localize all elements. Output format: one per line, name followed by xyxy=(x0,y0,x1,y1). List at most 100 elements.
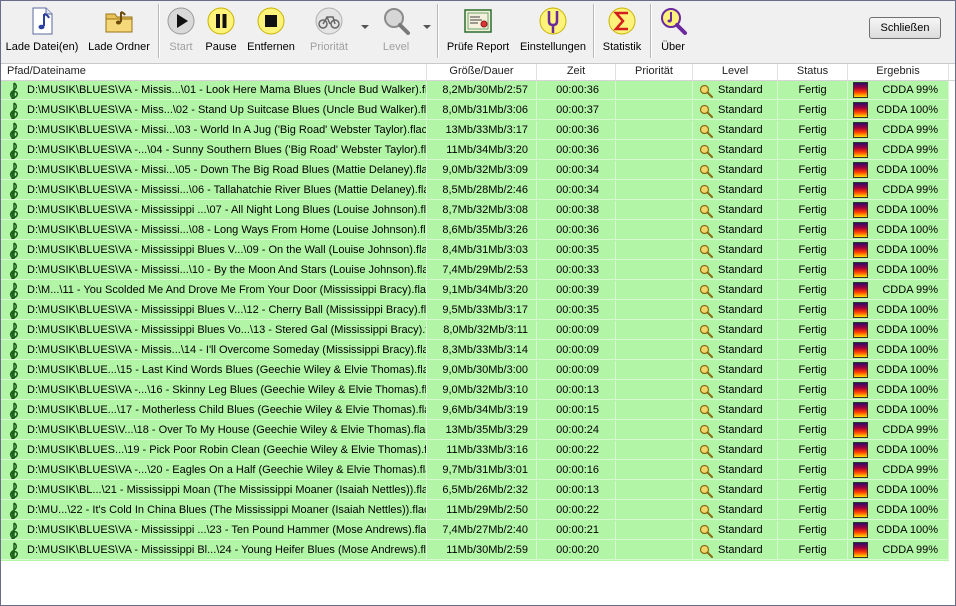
toolbar-separator xyxy=(593,4,595,58)
settings-button[interactable]: Einstellungen xyxy=(517,3,589,59)
priority-label: Priorität xyxy=(310,41,348,53)
spectrum-icon[interactable] xyxy=(853,542,868,558)
result-text: CDDA 99% xyxy=(882,184,938,196)
about-button[interactable]: Über xyxy=(654,3,692,59)
level-text: Standard xyxy=(718,284,763,296)
column-header-status[interactable]: Status xyxy=(778,64,848,80)
path-cell: D:\MUSIK\BLUES\VA - Missis...\14 - I'll … xyxy=(1,341,427,360)
toolbar-separator xyxy=(437,4,439,58)
level-dropdown-arrow[interactable] xyxy=(423,25,431,29)
spectrum-icon[interactable] xyxy=(853,342,868,358)
statistics-button[interactable]: Statistik xyxy=(598,3,646,59)
pause-button[interactable]: Pause xyxy=(202,3,240,59)
spectrum-icon[interactable] xyxy=(853,102,868,118)
spectrum-icon[interactable] xyxy=(853,322,868,338)
start-label: Start xyxy=(169,41,193,53)
column-header-path[interactable]: Pfad/Dateiname xyxy=(1,64,427,80)
level-text: Standard xyxy=(718,244,763,256)
level-text: Standard xyxy=(718,224,763,236)
result-text: CDDA 100% xyxy=(876,204,938,216)
spectrum-icon[interactable] xyxy=(853,182,868,198)
spectrum-icon[interactable] xyxy=(853,402,868,418)
remove-button[interactable]: Entfernen xyxy=(243,3,299,59)
table-row[interactable]: D:\MUSIK\BLUES\VA - Mississippi Blues Vo… xyxy=(1,321,949,341)
spectrum-icon[interactable] xyxy=(853,122,868,138)
spectrum-icon[interactable] xyxy=(853,502,868,518)
spectrum-icon[interactable] xyxy=(853,522,868,538)
result-cell: CDDA 99% xyxy=(848,461,949,480)
table-row[interactable]: D:\MUSIK\BLUES\VA - Miss...\02 - Stand U… xyxy=(1,101,949,121)
column-header-time[interactable]: Zeit xyxy=(537,64,616,80)
level-text: Standard xyxy=(718,104,763,116)
spectrum-icon[interactable] xyxy=(853,382,868,398)
check-report-button[interactable]: Prüfe Report xyxy=(442,3,514,59)
table-row[interactable]: D:\MUSIK\BLUES\VA -...\20 - Eagles On a … xyxy=(1,461,949,481)
table-row[interactable]: D:\MUSIK\BLUES\VA - Missi...\03 - World … xyxy=(1,121,949,141)
spectrum-icon[interactable] xyxy=(853,242,868,258)
table-row[interactable]: D:\MUSIK\BLUES\VA - Missis...\14 - I'll … xyxy=(1,341,949,361)
level-cell: Standard xyxy=(693,361,778,380)
bicycle-icon xyxy=(315,7,343,35)
magnifier-icon xyxy=(699,304,713,318)
column-header-priority[interactable]: Priorität xyxy=(616,64,693,80)
priority-dropdown-arrow[interactable] xyxy=(361,25,369,29)
status-cell: Fertig xyxy=(778,341,848,360)
spectrum-icon[interactable] xyxy=(853,362,868,378)
spectrum-icon[interactable] xyxy=(853,442,868,458)
time-cell: 00:00:24 xyxy=(537,421,616,440)
spectrum-icon[interactable] xyxy=(853,142,868,158)
column-header-size[interactable]: Größe/Dauer xyxy=(427,64,537,80)
time-cell: 00:00:36 xyxy=(537,81,616,100)
spectrum-icon[interactable] xyxy=(853,82,868,98)
level-text: Standard xyxy=(718,424,763,436)
table-row[interactable]: D:\MUSIK\BLUES\VA - Missis...\01 - Look … xyxy=(1,81,949,101)
spectrum-icon[interactable] xyxy=(853,222,868,238)
result-cell: CDDA 100% xyxy=(848,261,949,280)
spectrum-icon[interactable] xyxy=(853,202,868,218)
table-row[interactable]: D:\MUSIK\BLUES\VA -...\04 - Sunny Southe… xyxy=(1,141,949,161)
table-row[interactable]: D:\MUSIK\BLUES\V...\18 - Over To My Hous… xyxy=(1,421,949,441)
time-cell: 00:00:33 xyxy=(537,261,616,280)
table-row[interactable]: D:\MUSIK\BLUES\VA - Mississippi ...\07 -… xyxy=(1,201,949,221)
table-row[interactable]: D:\MUSIK\BLUES\VA - Mississippi Blues V.… xyxy=(1,301,949,321)
table-row[interactable]: D:\MUSIK\BLUES\VA - Missi...\05 - Down T… xyxy=(1,161,949,181)
spectrum-icon[interactable] xyxy=(853,422,868,438)
spectrum-icon[interactable] xyxy=(853,302,868,318)
level-text: Standard xyxy=(718,464,763,476)
spectrum-icon[interactable] xyxy=(853,262,868,278)
table-row[interactable]: D:\MUSIK\BLUES...\19 - Pick Poor Robin C… xyxy=(1,441,949,461)
table-row[interactable]: D:\MUSIK\BLUES\VA - Mississi...\06 - Tal… xyxy=(1,181,949,201)
result-text: CDDA 99% xyxy=(882,464,938,476)
table-row[interactable]: D:\MUSIK\BLUES\VA -...\16 - Skinny Leg B… xyxy=(1,381,949,401)
column-header-level[interactable]: Level xyxy=(693,64,778,80)
table-row[interactable]: D:\MUSIK\BLUES\VA - Mississi...\10 - By … xyxy=(1,261,949,281)
priority-cell xyxy=(616,261,693,280)
priority-button[interactable]: Priorität xyxy=(303,3,355,59)
load-folder-button[interactable]: Lade Ordner xyxy=(83,3,155,59)
size-cell: 8,6Mb/35Mb/3:26 xyxy=(427,221,537,240)
spectrum-icon[interactable] xyxy=(853,462,868,478)
table-row[interactable]: D:\MUSIK\BLUES\VA - Mississippi ...\23 -… xyxy=(1,521,949,541)
time-cell: 00:00:35 xyxy=(537,241,616,260)
table-row[interactable]: D:\MUSIK\BLUES\VA - Mississippi Bl...\24… xyxy=(1,541,949,561)
table-row[interactable]: D:\MU...\22 - It's Cold In China Blues (… xyxy=(1,501,949,521)
spectrum-icon[interactable] xyxy=(853,482,868,498)
about-label: Über xyxy=(661,41,685,53)
table-row[interactable]: D:\MUSIK\BLUE...\15 - Last Kind Words Bl… xyxy=(1,361,949,381)
table-row[interactable]: D:\MUSIK\BLUE...\17 - Motherless Child B… xyxy=(1,401,949,421)
table-row[interactable]: D:\M...\11 - You Scolded Me And Drove Me… xyxy=(1,281,949,301)
table-row[interactable]: D:\MUSIK\BLUES\VA - Mississippi Blues V.… xyxy=(1,241,949,261)
close-button[interactable]: Schließen xyxy=(869,17,941,39)
path-text: D:\MUSIK\BLUES\VA - Mississippi Bl...\24… xyxy=(27,544,427,556)
column-header-result[interactable]: Ergebnis xyxy=(848,64,949,80)
spectrum-icon[interactable] xyxy=(853,282,868,298)
size-cell: 13Mb/33Mb/3:17 xyxy=(427,121,537,140)
level-button[interactable]: Level xyxy=(373,3,419,59)
start-button[interactable]: Start xyxy=(163,3,199,59)
table-row[interactable]: D:\MUSIK\BLUES\VA - Mississi...\08 - Lon… xyxy=(1,221,949,241)
status-cell: Fertig xyxy=(778,381,848,400)
spectrum-icon[interactable] xyxy=(853,162,868,178)
table-row[interactable]: D:\MUSIK\BL...\21 - Mississippi Moan (Th… xyxy=(1,481,949,501)
time-cell: 00:00:09 xyxy=(537,361,616,380)
load-files-button[interactable]: Lade Datei(en) xyxy=(3,3,81,59)
